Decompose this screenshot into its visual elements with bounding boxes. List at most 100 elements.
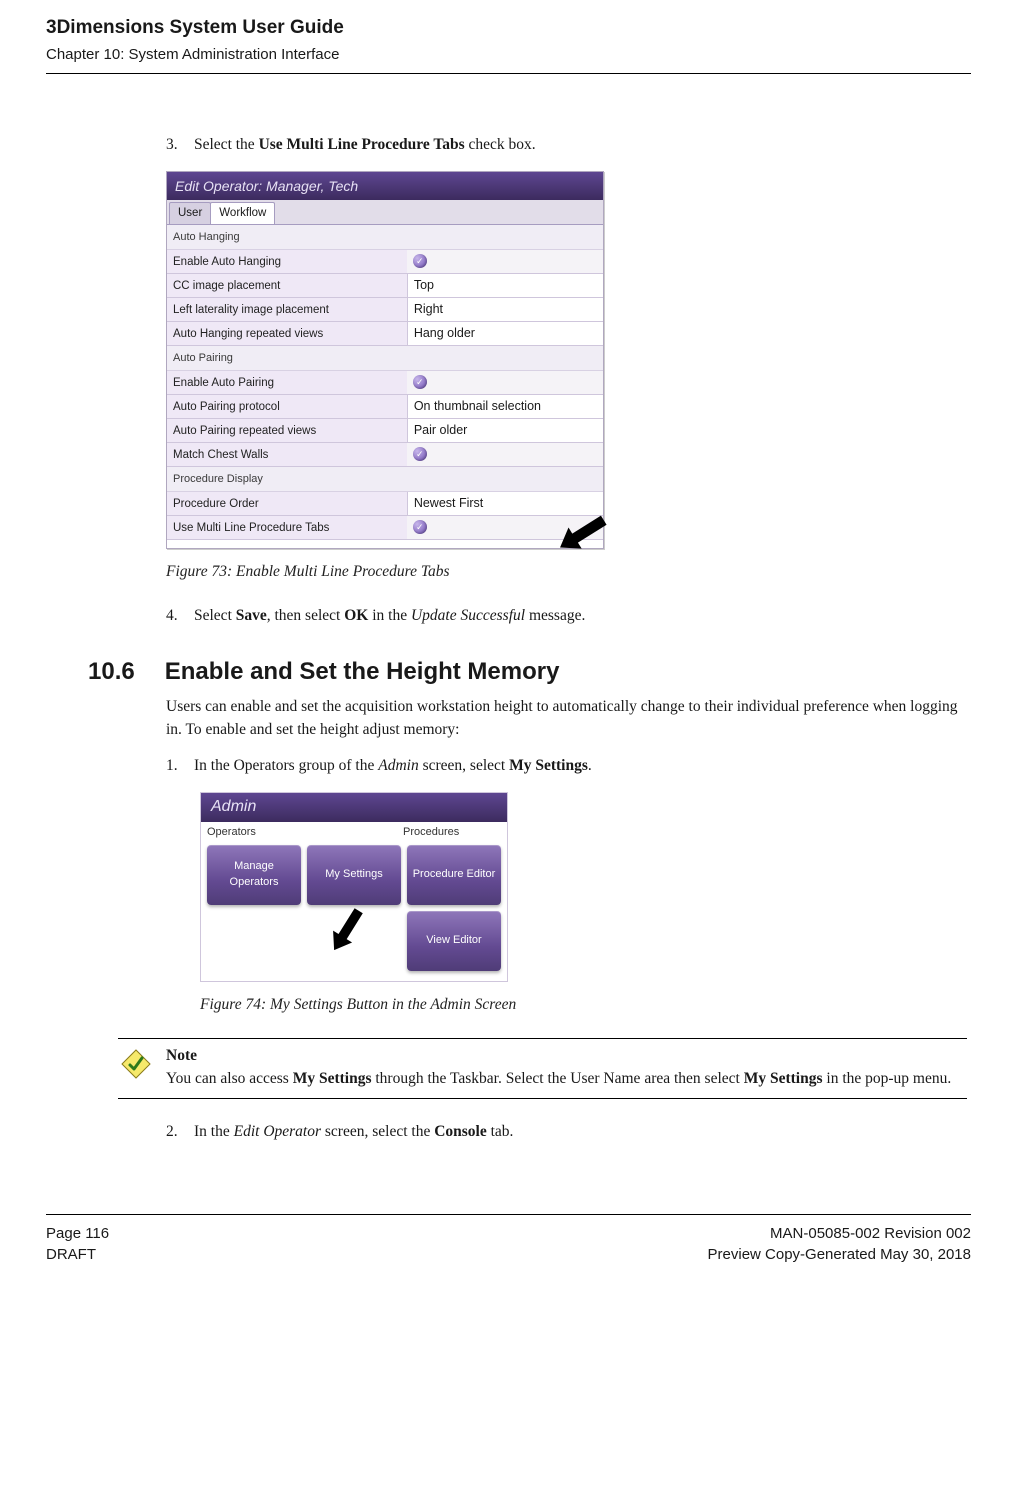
edit-operator-tabs: User Workflow bbox=[167, 200, 603, 224]
row-label: Left laterality image placement bbox=[167, 298, 407, 321]
figure-74-caption: Figure 74: My Settings Button in the Adm… bbox=[200, 994, 967, 1016]
text-fragment: Select the bbox=[194, 136, 259, 153]
text-fragment: check box. bbox=[465, 136, 536, 153]
figure-74-admin: Admin Operators Procedures Manage Operat… bbox=[200, 792, 508, 982]
col-head-operators: Operators bbox=[207, 825, 305, 841]
row-value[interactable]: ✓ bbox=[407, 250, 603, 273]
text-fragment: Select bbox=[194, 607, 236, 624]
section-paragraph: Users can enable and set the acquisition… bbox=[166, 696, 967, 741]
step-4: 4. Select Save, then select OK in the Up… bbox=[166, 605, 967, 627]
bold-ui: My Settings bbox=[293, 1070, 372, 1087]
figure-73-caption: Figure 73: Enable Multi Line Procedure T… bbox=[166, 561, 967, 583]
row-label: Match Chest Walls bbox=[167, 443, 407, 466]
row-label: Procedure Order bbox=[167, 492, 407, 515]
row-left-laterality: Left laterality image placement Right bbox=[167, 298, 603, 322]
row-match-chest-walls: Match Chest Walls ✓ bbox=[167, 443, 603, 467]
step-1b: 1. In the Operators group of the Admin s… bbox=[166, 755, 967, 777]
text-fragment: through the Taskbar. Select the User Nam… bbox=[372, 1070, 744, 1087]
check-icon: ✓ bbox=[413, 520, 427, 534]
bold-ui: OK bbox=[344, 607, 368, 624]
group-auto-hanging: Auto Hanging bbox=[167, 225, 603, 250]
italic-term: Update Successful bbox=[411, 607, 525, 624]
note-icon bbox=[118, 1045, 154, 1090]
header-rule bbox=[46, 73, 971, 74]
step-1b-number: 1. bbox=[166, 755, 194, 777]
row-value[interactable]: Top bbox=[407, 274, 603, 297]
step-1b-text: In the Operators group of the Admin scre… bbox=[194, 755, 967, 777]
text-fragment: In the bbox=[194, 1123, 234, 1140]
bold-ui: My Settings bbox=[509, 757, 588, 774]
text-fragment: In the Operators group of the bbox=[194, 757, 378, 774]
tab-workflow[interactable]: Workflow bbox=[210, 202, 275, 224]
bold-ui: My Settings bbox=[744, 1070, 823, 1087]
row-value[interactable]: Pair older bbox=[407, 419, 603, 442]
footer-date: Preview Copy-Generated May 30, 2018 bbox=[708, 1244, 971, 1266]
check-icon: ✓ bbox=[413, 254, 427, 268]
footer-page: Page 116 bbox=[46, 1223, 109, 1245]
row-label: Enable Auto Pairing bbox=[167, 371, 407, 394]
footer-doc-id: MAN-05085-002 Revision 002 bbox=[708, 1223, 971, 1245]
text-fragment: screen, select the bbox=[321, 1123, 434, 1140]
note-text: Note You can also access My Settings thr… bbox=[166, 1045, 967, 1090]
italic-term: Edit Operator bbox=[234, 1123, 321, 1140]
admin-titlebar: Admin bbox=[201, 793, 507, 822]
text-fragment: in the bbox=[368, 607, 411, 624]
group-procedure-display: Procedure Display bbox=[167, 467, 603, 492]
doc-chapter: Chapter 10: System Administration Interf… bbox=[46, 44, 971, 66]
note-block: Note You can also access My Settings thr… bbox=[118, 1038, 967, 1099]
tile-procedure-editor[interactable]: Procedure Editor bbox=[407, 845, 501, 905]
bold-ui: Console bbox=[434, 1123, 487, 1140]
row-procedure-order: Procedure Order Newest First bbox=[167, 492, 603, 516]
row-value[interactable]: Hang older bbox=[407, 322, 603, 345]
footer-rule bbox=[46, 1214, 971, 1215]
doc-header: 3Dimensions System User Guide Chapter 10… bbox=[46, 14, 971, 65]
figure-73-edit-operator: Edit Operator: Manager, Tech User Workfl… bbox=[166, 171, 604, 549]
row-value[interactable]: ✓ bbox=[407, 443, 603, 466]
row-auto-pairing-protocol: Auto Pairing protocol On thumbnail selec… bbox=[167, 395, 603, 419]
row-enable-auto-hanging: Enable Auto Hanging ✓ bbox=[167, 250, 603, 274]
row-label: Auto Pairing repeated views bbox=[167, 419, 407, 442]
step-2b-text: In the Edit Operator screen, select the … bbox=[194, 1121, 967, 1143]
row-label: Enable Auto Hanging bbox=[167, 250, 407, 273]
row-auto-hanging-repeated: Auto Hanging repeated views Hang older bbox=[167, 322, 603, 346]
tab-user[interactable]: User bbox=[169, 202, 211, 224]
text-fragment: . bbox=[588, 757, 592, 774]
check-icon: ✓ bbox=[413, 447, 427, 461]
row-value[interactable]: Right bbox=[407, 298, 603, 321]
doc-title: 3Dimensions System User Guide bbox=[46, 14, 971, 42]
note-heading: Note bbox=[166, 1047, 197, 1064]
text-fragment: in the pop-up menu. bbox=[823, 1070, 952, 1087]
row-value[interactable]: On thumbnail selection bbox=[407, 395, 603, 418]
row-value[interactable]: ✓ bbox=[407, 371, 603, 394]
check-icon: ✓ bbox=[413, 375, 427, 389]
step-3: 3. Select the Use Multi Line Procedure T… bbox=[166, 134, 967, 156]
row-cc-image-placement: CC image placement Top bbox=[167, 274, 603, 298]
text-fragment: message. bbox=[525, 607, 585, 624]
col-head-procedures: Procedures bbox=[403, 825, 501, 841]
step-3-text: Select the Use Multi Line Procedure Tabs… bbox=[194, 134, 967, 156]
row-label: Auto Pairing protocol bbox=[167, 395, 407, 418]
text-fragment: You can also access bbox=[166, 1070, 293, 1087]
admin-heads: Operators Procedures bbox=[201, 822, 507, 841]
text-fragment: screen, select bbox=[419, 757, 509, 774]
step-3-number: 3. bbox=[166, 134, 194, 156]
tile-manage-operators[interactable]: Manage Operators bbox=[207, 845, 301, 905]
row-label: Auto Hanging repeated views bbox=[167, 322, 407, 345]
row-value[interactable]: ✓ bbox=[407, 516, 603, 539]
section-title: Enable and Set the Height Memory bbox=[165, 655, 560, 690]
row-label: CC image placement bbox=[167, 274, 407, 297]
row-value[interactable]: Newest First bbox=[407, 492, 603, 515]
text-fragment: tab. bbox=[487, 1123, 514, 1140]
italic-term: Admin bbox=[378, 757, 418, 774]
row-auto-pairing-repeated: Auto Pairing repeated views Pair older bbox=[167, 419, 603, 443]
row-enable-auto-pairing: Enable Auto Pairing ✓ bbox=[167, 371, 603, 395]
footer-draft: DRAFT bbox=[46, 1244, 109, 1266]
tile-my-settings[interactable]: My Settings bbox=[307, 845, 401, 905]
pointer-arrow-icon bbox=[551, 506, 616, 566]
tile-view-editor[interactable]: View Editor bbox=[407, 911, 501, 971]
edit-operator-titlebar: Edit Operator: Manager, Tech bbox=[167, 172, 603, 200]
bold-ui: Use Multi Line Procedure Tabs bbox=[259, 136, 465, 153]
step-2b: 2. In the Edit Operator screen, select t… bbox=[166, 1121, 967, 1143]
section-10-6-heading: 10.6 Enable and Set the Height Memory bbox=[88, 655, 967, 690]
section-number: 10.6 bbox=[88, 655, 135, 690]
